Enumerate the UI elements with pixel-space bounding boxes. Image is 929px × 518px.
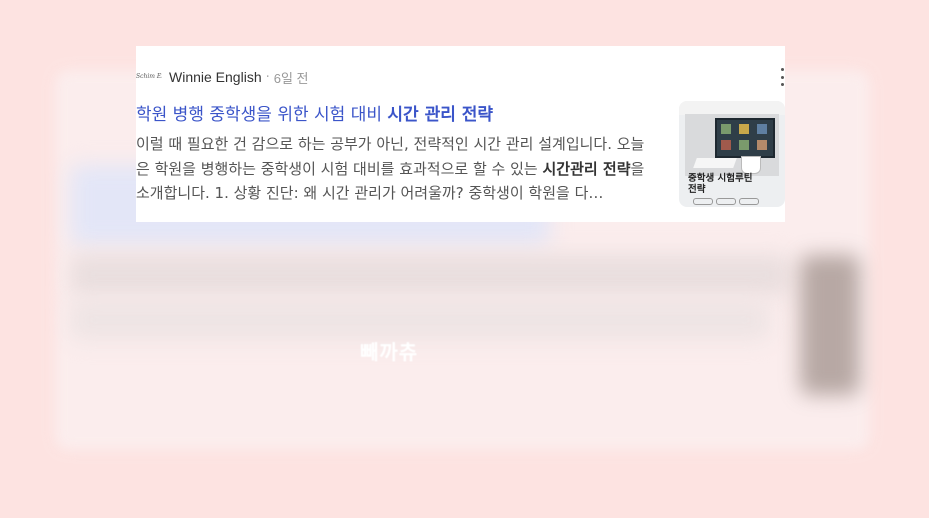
keyboard-shape <box>693 158 737 168</box>
more-dot <box>780 68 784 71</box>
timestamp: 6일 전 <box>273 70 309 86</box>
cup-shape <box>741 156 761 174</box>
screen-tile <box>739 124 749 134</box>
search-result-card: Schim Englis Winnie English · 6일 전 학원 병행… <box>136 46 785 222</box>
blurred-thumbnail <box>800 255 860 395</box>
more-dot <box>780 83 784 86</box>
thumbnail-photo <box>685 114 779 176</box>
source-name[interactable]: Winnie English <box>169 69 262 85</box>
thumbnail-header <box>679 101 785 115</box>
title-emphasis: 시간 관리 전략 <box>387 105 494 125</box>
screen-tile <box>739 140 749 150</box>
result-description: 이럴 때 필요한 건 감으로 하는 공부가 아닌, 전략적인 시간 관리 설계입… <box>136 132 658 207</box>
monitor-shape <box>715 118 775 158</box>
source-row: Schim Englis Winnie English · 6일 전 <box>136 66 309 88</box>
thumbnail-caption-line: 중학생 시험루틴 <box>688 173 753 184</box>
screen-tile <box>721 140 731 150</box>
description-emphasis: 시간관리 전략 <box>542 159 631 178</box>
source-logo: Schim Englis <box>136 73 162 80</box>
blurred-block <box>70 255 790 295</box>
result-thumbnail[interactable]: 중학생 시험루틴 전략 <box>679 101 785 207</box>
more-dot <box>780 75 784 79</box>
screen-tile <box>721 124 731 134</box>
screen-tile <box>757 124 767 134</box>
thumbnail-caption-line: 전략 <box>688 184 706 195</box>
tag-pill <box>716 198 736 205</box>
blurred-caption: 빼까츄 <box>360 340 419 364</box>
separator: · <box>265 69 270 85</box>
blurred-block <box>70 300 770 340</box>
title-text: 학원 병행 중학생을 위한 시험 대비 <box>136 105 388 125</box>
thumbnail-tags <box>693 198 759 205</box>
tag-pill <box>739 198 759 205</box>
result-title-link[interactable]: 학원 병행 중학생을 위한 시험 대비 시간 관리 전략 <box>136 100 656 125</box>
tag-pill <box>693 198 713 205</box>
thumbnail-caption: 중학생 시험루틴 전략 <box>688 173 753 195</box>
screen-tile <box>757 140 767 150</box>
more-vertical-icon[interactable] <box>779 68 785 86</box>
